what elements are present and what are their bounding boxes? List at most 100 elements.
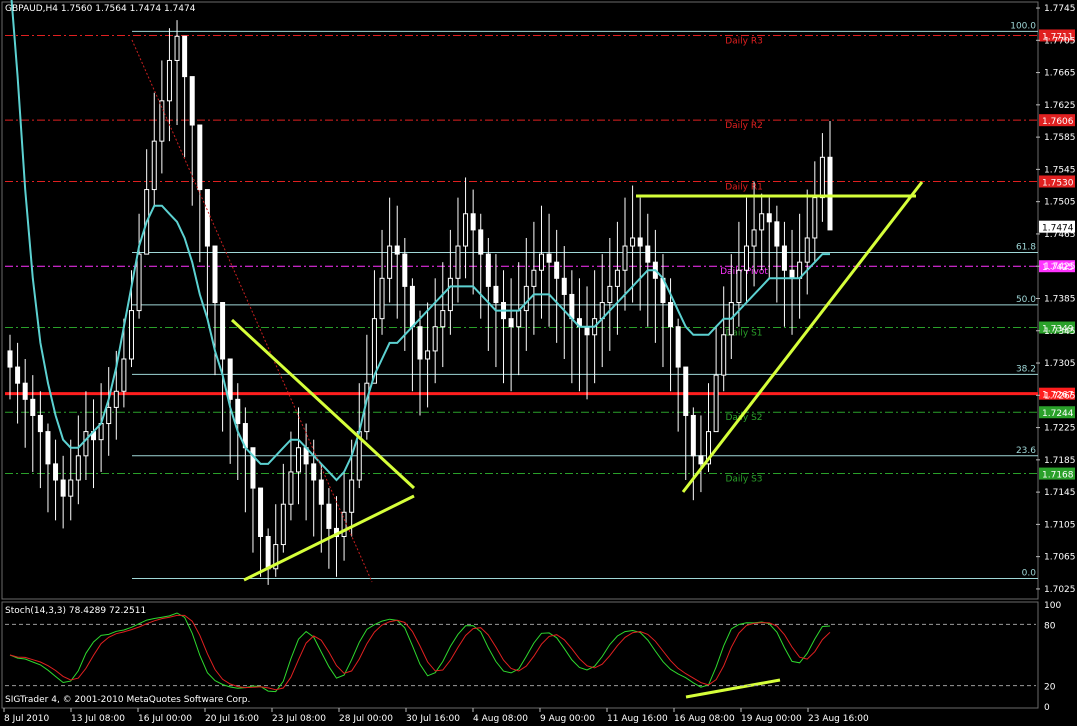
time-tick-label: 19 Aug 00:00 [741, 714, 802, 724]
candle-body [113, 390, 119, 408]
trendlines-group [131, 39, 924, 699]
time-tick-label: 28 Jul 00:00 [339, 714, 393, 724]
candle-body [235, 398, 241, 425]
candle-body [349, 479, 355, 513]
price-tag-label: 1.7606 [1042, 117, 1074, 127]
candle-body [516, 310, 522, 328]
candle-body [736, 269, 742, 304]
candle-body [53, 463, 59, 481]
price-tick-label: 1.7305 [1044, 359, 1076, 369]
candle-body [409, 285, 415, 328]
candle-body [288, 471, 294, 505]
price-tick-label: 1.7145 [1044, 488, 1076, 498]
candle-body [440, 310, 446, 328]
stoch-axis-label: 100 [1044, 601, 1061, 611]
candle-body [318, 479, 324, 505]
price-tick-label: 1.7105 [1044, 520, 1076, 530]
chart-canvas[interactable]: 100.061.850.038.223.60.0 Daily R3 1.7711D… [0, 0, 1077, 726]
candle-body [759, 213, 765, 231]
candle-body [151, 140, 157, 191]
price-tick-label: 1.7705 [1044, 36, 1076, 46]
candle-body [311, 463, 317, 481]
time-tick-label: 4 Aug 08:00 [473, 714, 528, 724]
candle-body [493, 285, 499, 304]
candle-body [7, 350, 13, 368]
candle-body [774, 221, 780, 247]
candle-body [60, 479, 66, 497]
candle-body [508, 318, 514, 328]
candle-body [622, 245, 628, 271]
candle-body [713, 374, 719, 433]
candle-body [538, 253, 544, 271]
price-tick-label: 1.7065 [1044, 553, 1076, 563]
copyright-text: SIGTrader 4, © 2001-2010 MetaQuotes Soft… [5, 695, 251, 705]
candle-body [265, 535, 271, 570]
candle-body [554, 261, 560, 279]
candle-body [607, 285, 613, 304]
time-tick-label: 20 Jul 16:00 [205, 714, 259, 724]
price-tag-label: 1.7530 [1042, 178, 1074, 188]
candle-body [455, 245, 461, 279]
candle-body [561, 277, 567, 295]
time-tick-label: 9 Aug 00:00 [540, 714, 595, 724]
price-tick-label: 1.7225 [1044, 424, 1076, 434]
candle-body [227, 358, 233, 400]
candle-body [379, 277, 385, 320]
price-tick-label: 1.7585 [1044, 133, 1076, 143]
pivot-level-label: Daily S3 [725, 475, 762, 485]
current-price-label: 1.7474 [1042, 224, 1074, 234]
candle-body [698, 455, 704, 465]
stoch-header: Stoch(14,3,3) 78.4289 72.2511 [5, 606, 147, 616]
candle-body [721, 334, 727, 376]
fib-level-label: 100.0 [1010, 21, 1036, 31]
candle-body [106, 406, 112, 425]
pivot-level-label: Daily R1 [725, 182, 763, 192]
candle-body [683, 366, 689, 416]
fib-level-label: 0.0 [1022, 568, 1037, 578]
candle-body [387, 245, 393, 279]
candle-body [128, 310, 134, 360]
time-tick-label: 30 Jul 16:00 [406, 714, 460, 724]
candle-body [789, 269, 795, 279]
time-tick-label: 11 Aug 16:00 [607, 714, 668, 724]
candle-body [690, 414, 696, 457]
candle-body [68, 479, 74, 497]
candle-body [743, 245, 749, 271]
price-tick-label: 1.7545 [1044, 165, 1076, 175]
candle-body [425, 350, 431, 360]
candle-body [394, 245, 400, 255]
candle-body [781, 245, 787, 271]
candle-body [751, 229, 757, 247]
candle-body [470, 213, 476, 231]
price-tick-label: 1.7265 [1044, 391, 1076, 401]
candle-body [37, 414, 43, 433]
ascending-trendline [681, 181, 924, 493]
price-tick-label: 1.7665 [1044, 69, 1076, 79]
stoch-axis-label: 0 [1044, 703, 1050, 713]
candle-body [447, 277, 453, 312]
candle-body [204, 189, 210, 247]
candle-body [30, 398, 36, 416]
candle-body [827, 156, 833, 231]
price-tick-label: 1.7745 [1044, 4, 1076, 14]
time-tick-label: 16 Jul 00:00 [138, 714, 192, 724]
price-tick-label: 1.7625 [1044, 101, 1076, 111]
time-tick-label: 23 Aug 16:00 [808, 714, 869, 724]
candle-body [15, 366, 21, 384]
candle-body [296, 447, 302, 473]
candle-body [166, 59, 172, 102]
pivot-level-label: Daily R3 [725, 36, 763, 46]
descending-dotted-trendline [131, 39, 373, 583]
candle-body [478, 229, 484, 255]
candle-body [182, 35, 188, 78]
candle-body [212, 245, 218, 304]
candle-body [258, 487, 264, 537]
candle-body [432, 326, 438, 352]
candle-body [630, 237, 636, 247]
candle-body [531, 269, 537, 287]
price-tick-label: 1.7025 [1044, 585, 1076, 595]
candle-body [523, 285, 529, 312]
candle-body [766, 213, 772, 223]
time-tick-label: 23 Jul 08:00 [272, 714, 326, 724]
candle-body [614, 269, 620, 287]
